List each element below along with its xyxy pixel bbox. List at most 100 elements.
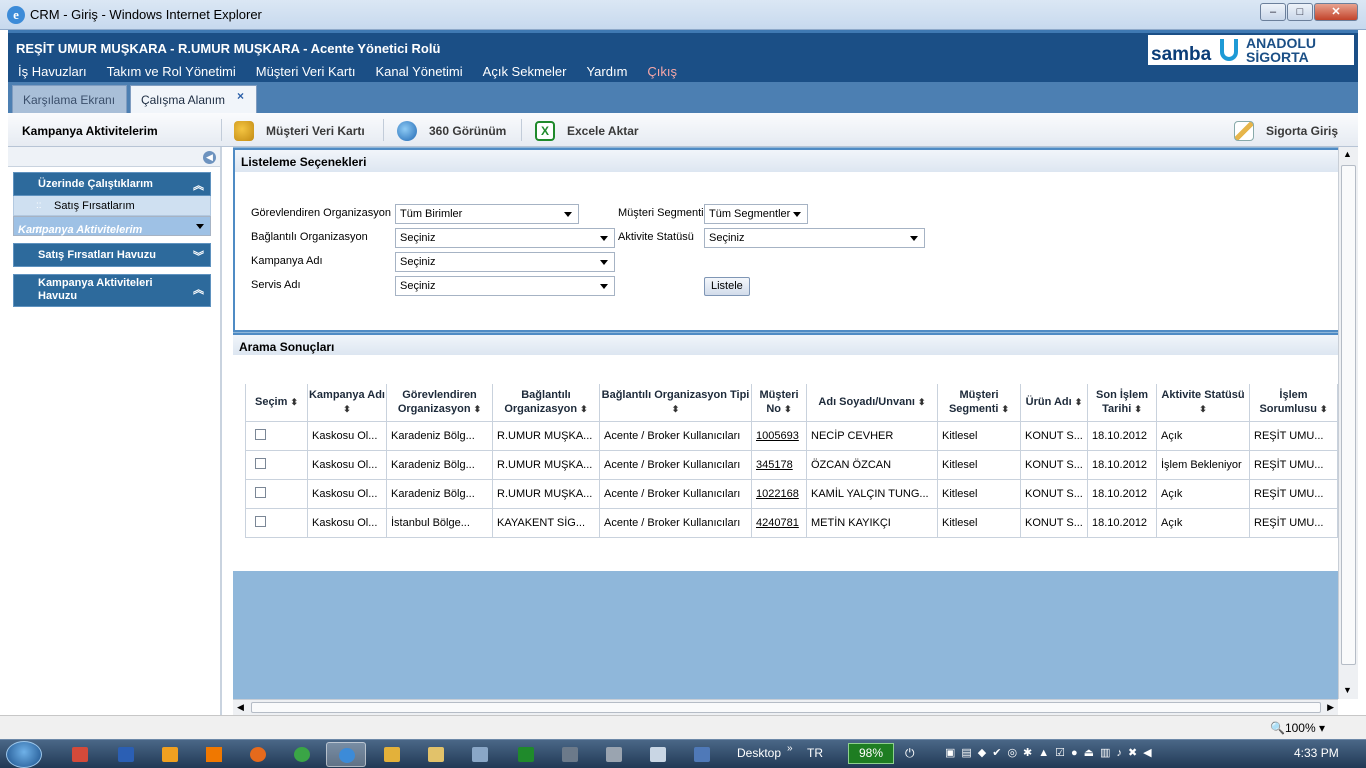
task-vlc[interactable] <box>194 742 234 767</box>
servis-select[interactable]: Seçiniz <box>395 276 615 296</box>
toolbar-expand-icon[interactable]: » <box>787 743 793 754</box>
kampanya-select[interactable]: Seçiniz <box>395 252 615 272</box>
row-checkbox[interactable] <box>255 428 266 440</box>
tab-close-icon[interactable]: × <box>237 89 244 103</box>
row-checkbox[interactable] <box>255 457 266 469</box>
toolbar: Kampanya Aktivitelerim Müşteri Veri Kart… <box>8 113 1358 147</box>
listele-button[interactable]: Listele <box>704 277 750 296</box>
segment-label: Müşteri Segmenti <box>618 207 704 219</box>
col-secim[interactable]: Seçim ⬍ <box>245 384 308 422</box>
battery-indicator[interactable]: 98% <box>848 743 894 764</box>
task-app-13[interactable] <box>594 742 634 767</box>
musteri-veri-karti-button[interactable]: Müşteri Veri Kartı <box>234 121 365 141</box>
table-cell: KAMİL YALÇIN TUNG... <box>806 478 938 509</box>
musteri-no-link[interactable]: 1005693 <box>751 420 807 451</box>
vertical-scrollbar[interactable]: ▲ ▼ <box>1338 147 1358 699</box>
col-musteri-no[interactable]: Müşteri No ⬍ <box>751 384 807 422</box>
sidebar-item-kampanya-aktivitelerim[interactable]: Kampanya Aktivitelerim <box>13 216 211 240</box>
hscrollbar-thumb[interactable] <box>251 702 1321 713</box>
table-cell: REŞİT UMU... <box>1249 449 1338 480</box>
task-app-12[interactable] <box>550 742 590 767</box>
scrollbar-thumb[interactable] <box>1341 165 1356 665</box>
menu-kanal-yonetimi[interactable]: Kanal Yönetimi <box>365 63 472 83</box>
table-header-row: Seçim ⬍ Kampanya Adı ⬍ Görevlendiren Org… <box>245 384 1338 422</box>
table-row[interactable]: Kaskosu Ol... Karadeniz Bölg... R.UMUR MUŞ… <box>245 420 1338 451</box>
minimize-button[interactable]: – <box>1260 3 1286 21</box>
bagli-org-select[interactable]: Seçiniz <box>395 228 615 248</box>
musteri-no-link[interactable]: 4240781 <box>751 507 807 538</box>
col-bagli-tip[interactable]: Bağlantılı Organizasyon Tipi ⬍ <box>599 384 752 422</box>
task-notepad[interactable] <box>638 742 678 767</box>
col-adi[interactable]: Adı Soyadı/Unvanı ⬍ <box>806 384 938 422</box>
tray-icons[interactable]: ▣▤◆✔◎✱▲☑●⏏▥♪✖◀ <box>945 746 1158 759</box>
clock[interactable]: 4:33 PM <box>1294 746 1339 760</box>
tab-karsilama[interactable]: Karşılama Ekranı <box>12 85 127 113</box>
sigorta-giris-button[interactable]: Sigorta Giriş <box>1234 121 1338 141</box>
scroll-right-icon[interactable]: ▶ <box>1327 702 1334 713</box>
task-app-8[interactable] <box>372 742 412 767</box>
row-checkbox[interactable] <box>255 515 266 527</box>
desktop-toolbar[interactable]: Desktop <box>737 746 781 760</box>
task-app-1[interactable] <box>60 742 100 767</box>
task-word[interactable] <box>106 742 146 767</box>
aktivite-select[interactable]: Seçiniz <box>704 228 925 248</box>
col-bagli-org[interactable]: Bağlantılı Organizasyon ⬍ <box>492 384 600 422</box>
table-cell: Kitlesel <box>937 449 1021 480</box>
close-button[interactable]: ✕ <box>1314 3 1358 21</box>
table-row[interactable]: Kaskosu Ol... Karadeniz Bölg... R.UMUR MUŞ… <box>245 478 1338 509</box>
table-cell: 18.10.2012 <box>1087 420 1157 451</box>
sidebar-group-kampanya-havuzu[interactable]: Kampanya Aktiviteleri Havuzu ︽ <box>13 274 211 307</box>
scroll-left-icon[interactable]: ◀ <box>237 702 244 713</box>
excel-export-button[interactable]: X Excele Aktar <box>535 121 639 141</box>
task-ie[interactable] <box>326 742 366 767</box>
table-cell: Açık <box>1156 420 1250 451</box>
chevron-up-icon: ︽ <box>193 180 204 192</box>
segment-select[interactable]: Tüm Segmentler <box>704 204 808 224</box>
sidebar-group-uzerinde[interactable]: Üzerinde Çalıştıklarım ︽ <box>13 172 211 196</box>
tab-calisma-alanim[interactable]: Çalışma Alanım × <box>130 85 257 113</box>
task-app-15[interactable] <box>682 742 722 767</box>
menu-yardim[interactable]: Yardım <box>576 63 637 83</box>
language-indicator[interactable]: TR <box>807 746 823 760</box>
task-app-10[interactable] <box>460 742 500 767</box>
col-son-islem[interactable]: Son İşlem Tarihi ⬍ <box>1087 384 1157 422</box>
row-checkbox[interactable] <box>255 486 266 498</box>
musteri-no-link[interactable]: 345178 <box>751 449 807 480</box>
menu-acik-sekmeler[interactable]: Açık Sekmeler <box>473 63 577 83</box>
ie-icon: e <box>7 6 25 24</box>
menu-is-havuzlari[interactable]: İş Havuzları <box>8 63 97 83</box>
col-segment[interactable]: Müşteri Segmenti ⬍ <box>937 384 1021 422</box>
task-excel[interactable] <box>506 742 546 767</box>
menu-cikis[interactable]: Çıkış <box>637 63 687 83</box>
scroll-up-icon[interactable]: ▲ <box>1343 149 1352 159</box>
filter-panel-title: Listeleme Seçenekleri <box>235 150 1338 172</box>
table-cell: Acente / Broker Kullanıcıları <box>599 420 752 451</box>
col-urun[interactable]: Ürün Adı ⬍ <box>1020 384 1088 422</box>
maximize-button[interactable]: □ <box>1287 3 1313 21</box>
zoom-level[interactable]: 🔍100% ▾ <box>1270 721 1325 735</box>
col-sorumlu[interactable]: İşlem Sorumlusu ⬍ <box>1249 384 1338 422</box>
menu-takim-rol[interactable]: Takım ve Rol Yönetimi <box>97 63 246 83</box>
task-firefox[interactable] <box>238 742 278 767</box>
power-icon[interactable]: ⏻ <box>905 746 915 761</box>
table-cell: Kitlesel <box>937 420 1021 451</box>
task-explorer[interactable] <box>416 742 456 767</box>
360-gorunum-button[interactable]: 360 Görünüm <box>397 121 506 141</box>
sidebar-item-satis-firsatlarim[interactable]: Satış Fırsatlarım <box>13 196 211 216</box>
scroll-down-icon[interactable]: ▼ <box>1343 685 1352 695</box>
task-media[interactable] <box>150 742 190 767</box>
col-gorev-org[interactable]: Görevlendiren Organizasyon ⬍ <box>386 384 493 422</box>
table-cell: Açık <box>1156 478 1250 509</box>
menu-musteri-veri-karti[interactable]: Müşteri Veri Kartı <box>246 63 366 83</box>
task-chrome[interactable] <box>282 742 322 767</box>
start-button[interactable] <box>6 741 42 768</box>
table-row[interactable]: Kaskosu Ol... Karadeniz Bölg... R.UMUR MUŞ… <box>245 449 1338 480</box>
horizontal-scrollbar[interactable]: ◀ ▶ <box>233 699 1338 715</box>
col-aktivite[interactable]: Aktivite Statüsü ⬍ <box>1156 384 1250 422</box>
musteri-no-link[interactable]: 1022168 <box>751 478 807 509</box>
col-kampanya[interactable]: Kampanya Adı ⬍ <box>307 384 387 422</box>
collapse-sidebar-icon[interactable]: ◀ <box>203 151 216 164</box>
gorev-org-select[interactable]: Tüm Birimler <box>395 204 579 224</box>
table-row[interactable]: Kaskosu Ol... İstanbul Bölge... KAYAKENT S… <box>245 507 1338 538</box>
sidebar-group-satis-havuzu[interactable]: Satış Fırsatları Havuzu ︾ <box>13 243 211 267</box>
